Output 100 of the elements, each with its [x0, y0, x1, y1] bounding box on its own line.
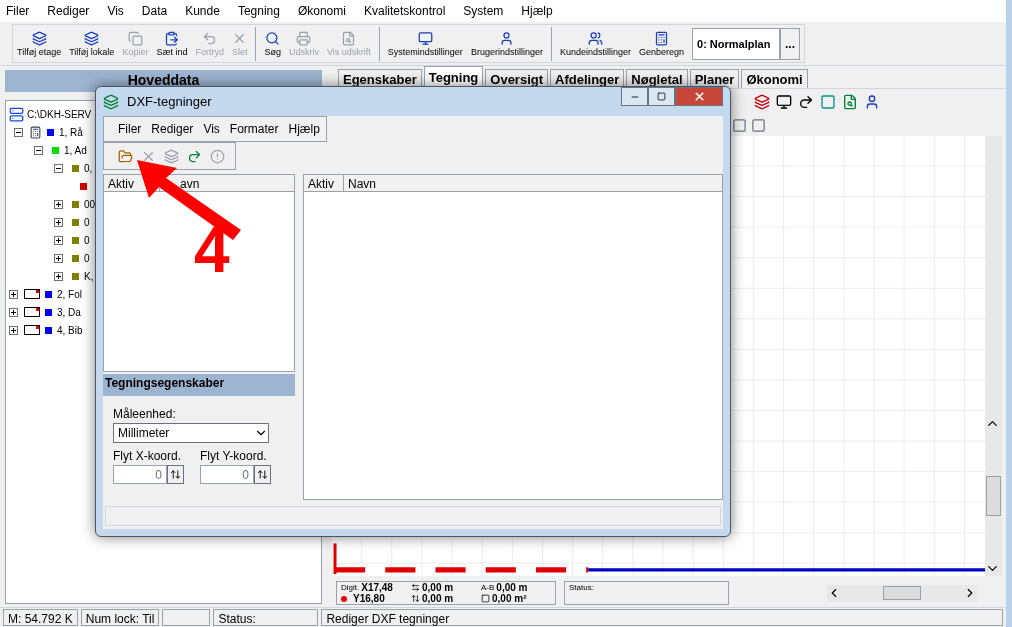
menu-item[interactable]: Rediger	[151, 120, 194, 138]
menu-item[interactable]: Vis	[203, 120, 220, 138]
up-down-arrows-icon	[170, 469, 181, 480]
tab[interactable]: Økonomi	[741, 69, 808, 88]
tab[interactable]: Tegning	[423, 66, 484, 88]
tree-item[interactable]: 4, Bib	[57, 322, 83, 338]
height-icon	[411, 594, 420, 603]
expand-toggle[interactable]	[54, 199, 63, 209]
toolbar-button[interactable]: Tilføj lokale	[65, 30, 119, 62]
column-header[interactable]: Aktiv	[304, 175, 344, 191]
menu-item[interactable]: Hjælp	[519, 2, 555, 20]
menu-item[interactable]: Kunde	[183, 2, 222, 20]
menu-item[interactable]: Vis	[105, 2, 126, 20]
column-header[interactable]: Aktiv	[108, 177, 134, 191]
digit-label: Digit.	[341, 582, 360, 593]
distance-label: A-B	[481, 582, 495, 593]
width-icon	[411, 583, 420, 592]
collapse-toggle[interactable]	[14, 127, 23, 137]
plan-select[interactable]: 0: Normalplan	[692, 28, 780, 60]
more-button[interactable]: ...	[780, 28, 800, 60]
menu-item[interactable]: Tegning	[235, 2, 282, 20]
square-icon[interactable]	[751, 117, 766, 133]
tree-item[interactable]: 1, Ad	[64, 142, 87, 158]
spinner-button[interactable]	[167, 465, 184, 484]
toolbar-button[interactable]: Brugerindstillinger	[466, 30, 547, 62]
status-bar-field: Rediger DXF tegninger	[321, 609, 1003, 626]
tree-item[interactable]: 3, Da	[57, 304, 81, 320]
layers-icon	[84, 30, 100, 46]
close-button[interactable]	[675, 87, 723, 106]
expand-toggle[interactable]	[54, 235, 63, 245]
layers-icon[interactable]	[754, 93, 770, 110]
tab[interactable]: Afdelinger	[550, 69, 625, 88]
tree-item[interactable]: 2, Fol	[57, 286, 82, 302]
toolbar-button[interactable]: Søg	[260, 30, 285, 62]
scroll-thumb[interactable]	[883, 586, 921, 600]
expand-toggle[interactable]	[54, 253, 63, 263]
unit-dropdown[interactable]: Millimeter	[113, 423, 269, 443]
monitor-icon[interactable]	[776, 93, 792, 110]
menu-item[interactable]: Hjælp	[288, 120, 320, 138]
menu-item[interactable]: Rediger	[45, 2, 92, 20]
status-bar-field	[162, 609, 211, 626]
expand-toggle[interactable]	[9, 325, 18, 335]
document-icon[interactable]	[842, 93, 858, 110]
expand-toggle[interactable]	[54, 271, 63, 281]
close-icon	[692, 90, 706, 103]
square-icon[interactable]	[732, 117, 747, 133]
width-value: 0,00 m	[422, 582, 454, 593]
redo-icon[interactable]	[798, 93, 814, 110]
scroll-thumb[interactable]	[986, 476, 1001, 516]
field-label: Flyt Y-koord.	[200, 448, 268, 465]
toolbar-button[interactable]: Tilføj etage	[13, 30, 66, 62]
tab[interactable]: Planer	[689, 69, 740, 88]
tree-item[interactable]: 1, Rå	[59, 124, 83, 140]
expand-toggle[interactable]	[9, 289, 18, 299]
vertical-scrollbar[interactable]	[985, 136, 1002, 576]
printer-icon	[296, 30, 312, 46]
distance-value: 0,00 m	[496, 582, 528, 593]
server-icon	[9, 106, 24, 122]
minimize-button[interactable]	[621, 87, 648, 106]
expand-toggle[interactable]	[9, 307, 18, 317]
tree-item[interactable]: 0	[84, 214, 90, 230]
number-field[interactable]: 0	[200, 465, 254, 484]
tree-item[interactable]: 0	[84, 232, 90, 248]
calculator-icon	[654, 30, 669, 46]
toolbar-button[interactable]: Systemindstillinger	[383, 30, 467, 62]
menu-item[interactable]: Formater	[229, 120, 279, 138]
column-header[interactable]: Navn	[344, 175, 722, 191]
tree-item[interactable]: C:\DKH-SERV	[27, 106, 92, 122]
user-icon[interactable]	[864, 93, 880, 110]
height-value: 0,00 m	[422, 593, 454, 604]
toolbar-button[interactable]: Sæt ind	[152, 30, 192, 62]
menu-item[interactable]: Kvalitetskontrol	[361, 2, 448, 20]
menu-item[interactable]: Filer	[118, 120, 142, 138]
menu-item[interactable]: System	[461, 2, 506, 20]
maximize-icon	[657, 92, 666, 101]
layers-icon	[31, 30, 47, 46]
toolbar-button[interactable]: Kundeindstillinger	[555, 30, 635, 62]
collapse-toggle[interactable]	[34, 145, 43, 155]
menu-item[interactable]: Økonomi	[295, 2, 348, 20]
collapse-toggle[interactable]	[54, 163, 63, 173]
tree-item[interactable]: 0	[84, 250, 90, 266]
status-panel: Status:	[564, 581, 729, 605]
card-icon	[24, 289, 40, 299]
spinner-button[interactable]	[254, 465, 271, 484]
tree-item[interactable]: 0,	[84, 160, 93, 176]
expand-toggle[interactable]	[54, 217, 63, 227]
toolbar-button[interactable]: Genberegn	[634, 30, 688, 62]
horizontal-scrollbar[interactable]	[827, 584, 977, 602]
area-icon	[481, 594, 490, 603]
number-field[interactable]: 0	[113, 465, 167, 484]
area-value: 0,00 m²	[492, 593, 527, 604]
tree-item[interactable]: K,	[84, 268, 94, 284]
maximize-button[interactable]	[648, 87, 675, 106]
copy-icon	[127, 30, 143, 46]
tree-item[interactable]: 00	[84, 196, 96, 212]
menu-item[interactable]: Data	[139, 2, 170, 20]
search-icon	[265, 30, 281, 46]
column-header[interactable]: avn	[180, 175, 200, 191]
folder-icon[interactable]	[118, 148, 133, 164]
menu-item[interactable]: Filer	[4, 2, 32, 20]
